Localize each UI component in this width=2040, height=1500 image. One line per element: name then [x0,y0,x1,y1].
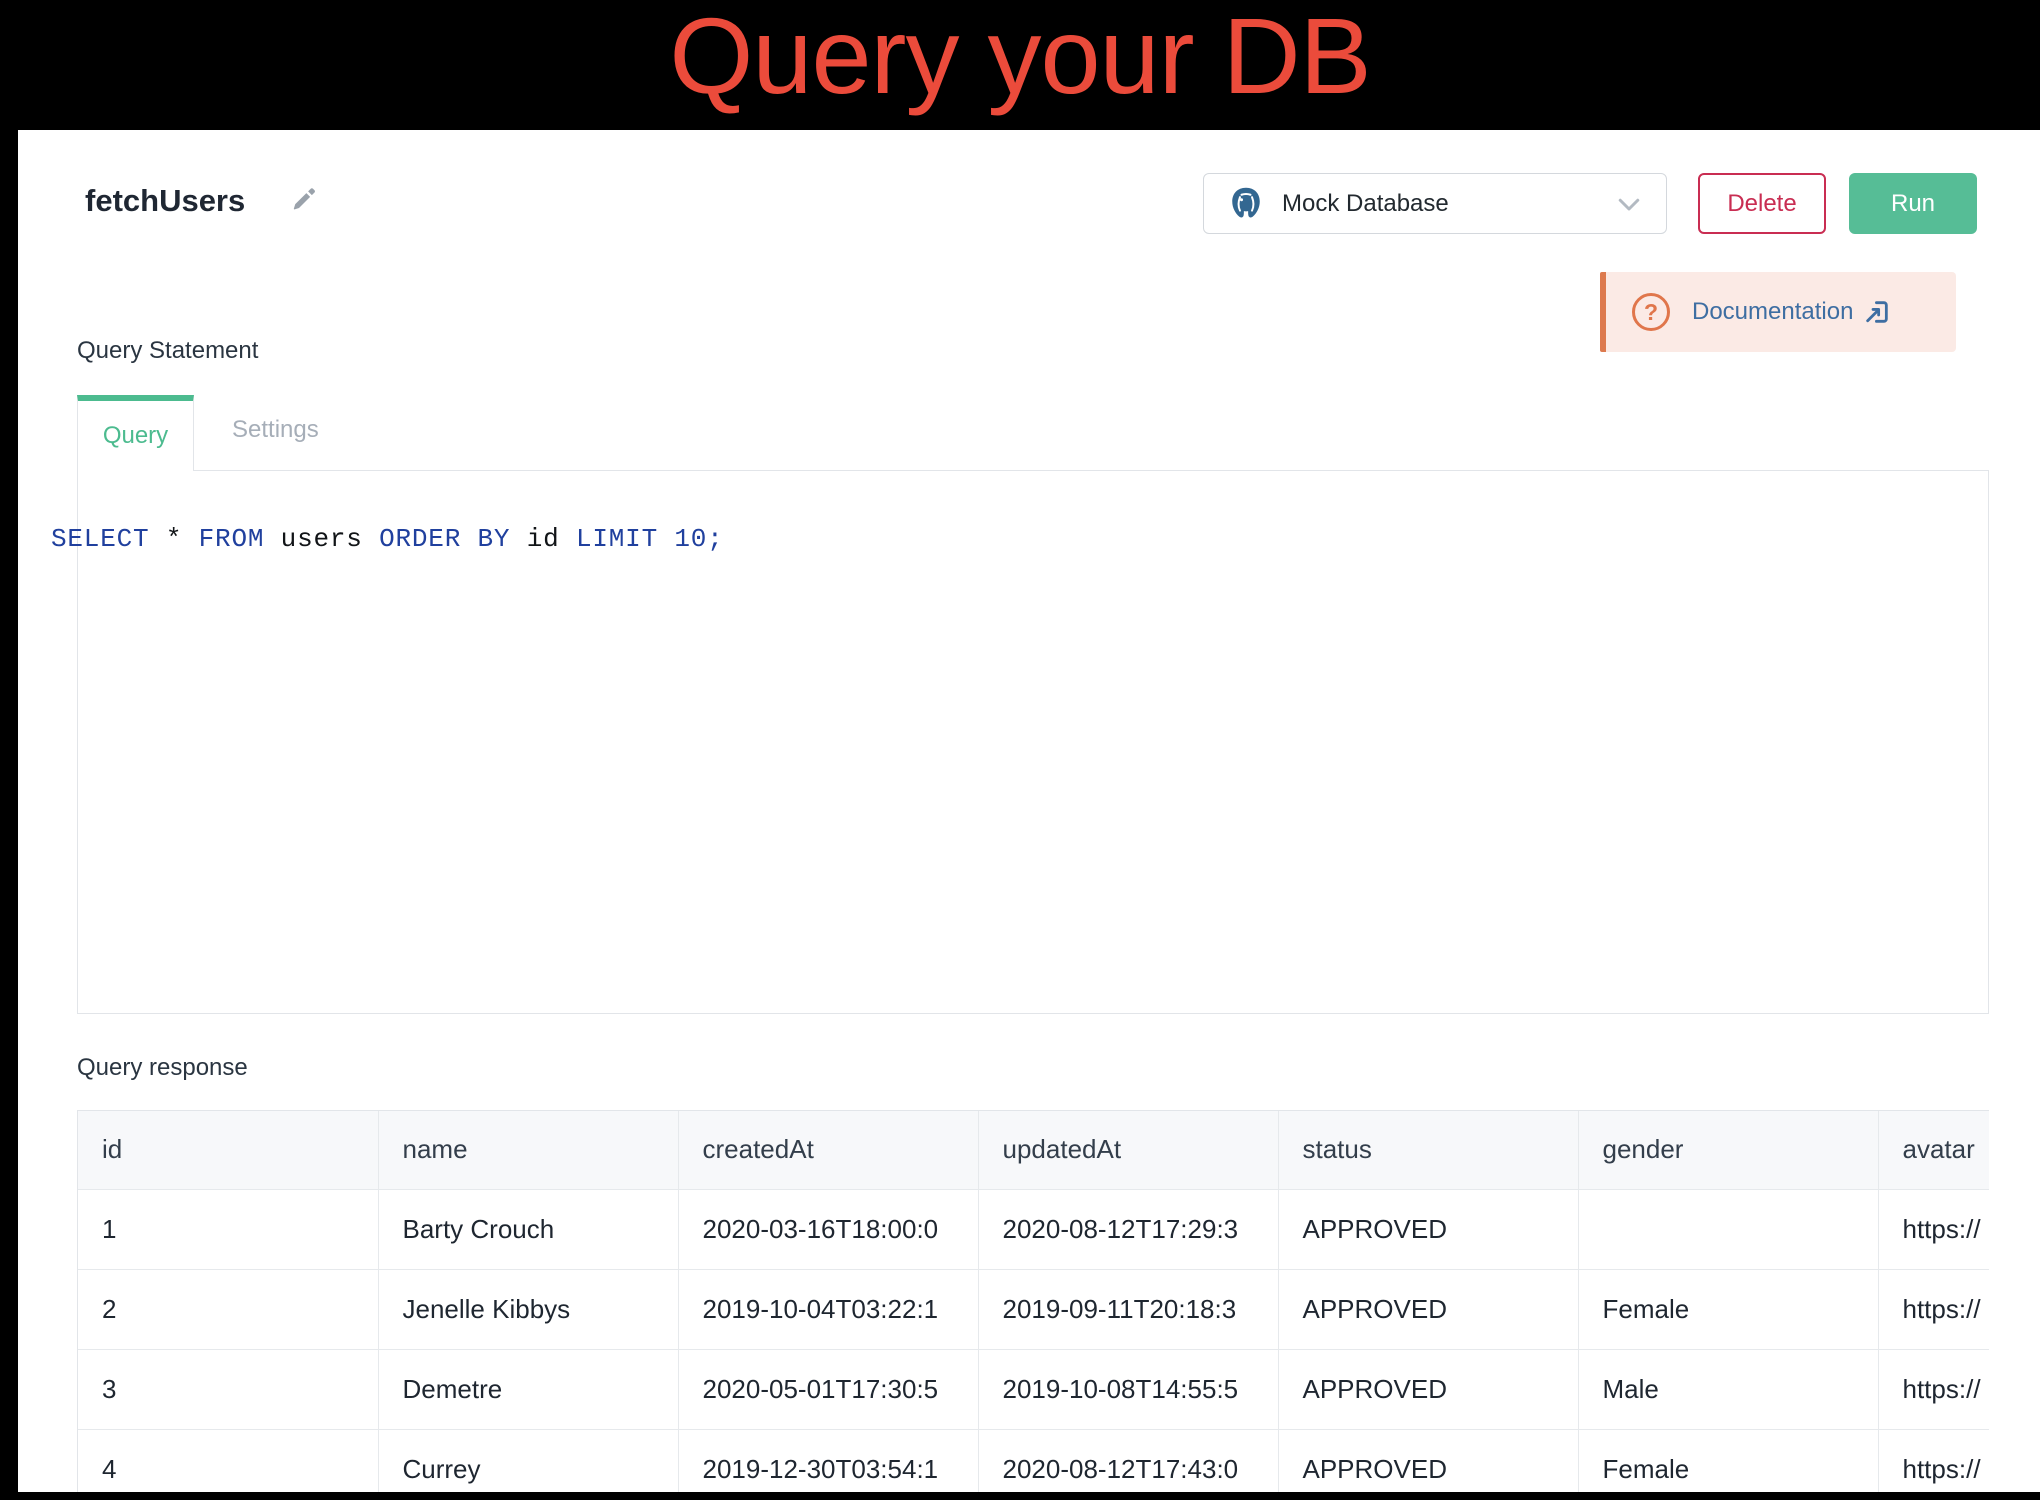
cell-status: APPROVED [1278,1349,1578,1429]
column-header-id: id [78,1111,378,1189]
column-header-updatedAt: updatedAt [978,1111,1278,1189]
cell-id: 2 [78,1269,378,1349]
cell-id: 3 [78,1349,378,1429]
column-header-status: status [1278,1111,1578,1189]
cell-createdAt: 2020-03-16T18:00:0 [678,1189,978,1269]
cell-updatedAt: 2020-08-12T17:29:3 [978,1189,1278,1269]
cell-status: APPROVED [1278,1269,1578,1349]
table-row: 2Jenelle Kibbys2019-10-04T03:22:12019-09… [78,1269,1989,1349]
cell-name: Currey [378,1429,678,1492]
table-row: 4Currey2019-12-30T03:54:12020-08-12T17:4… [78,1429,1989,1492]
response-table-container[interactable]: idnamecreatedAtupdatedAtstatusgenderavat… [77,1110,1989,1492]
top-banner: Query your DB [0,0,2040,130]
run-button[interactable]: Run [1849,173,1977,234]
cell-avatar: https:// [1878,1269,1989,1349]
cell-gender: Female [1578,1429,1878,1492]
cell-createdAt: 2019-10-04T03:22:1 [678,1269,978,1349]
cell-gender [1578,1189,1878,1269]
help-circle-icon: ? [1632,293,1670,331]
cell-avatar: https:// [1878,1349,1989,1429]
response-table-body: 1Barty Crouch2020-03-16T18:00:02020-08-1… [78,1189,1989,1492]
sql-token: id [510,524,576,554]
sql-token: 10; [674,524,723,554]
cell-avatar: https:// [1878,1429,1989,1492]
documentation-link[interactable]: ? Documentation [1600,272,1956,352]
sql-token: LIMIT [576,524,658,554]
tab-settings[interactable]: Settings [194,395,357,465]
query-name-row: fetchUsers [85,183,321,219]
column-header-createdAt: createdAt [678,1111,978,1189]
sql-token: users [264,524,379,554]
table-row: 3Demetre2020-05-01T17:30:52019-10-08T14:… [78,1349,1989,1429]
sql-token: ORDER BY [379,524,510,554]
page-title: Query your DB [669,2,1370,130]
cell-createdAt: 2019-12-30T03:54:1 [678,1429,978,1492]
cell-avatar: https:// [1878,1189,1989,1269]
delete-button[interactable]: Delete [1698,173,1826,234]
column-header-name: name [378,1111,678,1189]
cell-id: 1 [78,1189,378,1269]
cell-gender: Female [1578,1269,1878,1349]
cell-status: APPROVED [1278,1189,1578,1269]
query-response-label: Query response [77,1054,248,1082]
database-select[interactable]: Mock Database [1203,173,1667,234]
documentation-label: Documentation [1692,298,1853,326]
table-row: 1Barty Crouch2020-03-16T18:00:02020-08-1… [78,1189,1989,1269]
database-select-value: Mock Database [1282,190,1449,218]
edit-pencil-icon[interactable] [291,186,321,216]
left-frame [0,130,18,1500]
cell-name: Barty Crouch [378,1189,678,1269]
cell-name: Jenelle Kibbys [378,1269,678,1349]
app-window: Query your DB fetchUsers Mock Database D… [0,0,2040,1500]
external-link-icon [1863,298,1891,326]
cell-name: Demetre [378,1349,678,1429]
cell-status: APPROVED [1278,1429,1578,1492]
response-table-head-row: idnamecreatedAtupdatedAtstatusgenderavat… [78,1111,1989,1189]
sql-token [658,524,674,554]
editor-tabbar: Query Settings [77,395,357,471]
column-header-gender: gender [1578,1111,1878,1189]
chevron-down-icon [1614,189,1644,219]
query-statement-label: Query Statement [77,337,258,365]
tab-query[interactable]: Query [77,395,194,471]
cell-gender: Male [1578,1349,1878,1429]
postgresql-icon [1226,184,1266,224]
sql-token: * [149,524,198,554]
cell-updatedAt: 2019-10-08T14:55:5 [978,1349,1278,1429]
cell-id: 4 [78,1429,378,1492]
column-header-avatar: avatar [1878,1111,1989,1189]
response-table: idnamecreatedAtupdatedAtstatusgenderavat… [78,1111,1989,1492]
cell-updatedAt: 2019-09-11T20:18:3 [978,1269,1278,1349]
cell-updatedAt: 2020-08-12T17:43:0 [978,1429,1278,1492]
bottom-frame [0,1492,2040,1500]
sql-token: FROM [199,524,265,554]
cell-createdAt: 2020-05-01T17:30:5 [678,1349,978,1429]
sql-token: SELECT [51,524,149,554]
query-name: fetchUsers [85,183,245,219]
sql-code-line: SELECT * FROM users ORDER BY id LIMIT 10… [51,524,724,554]
